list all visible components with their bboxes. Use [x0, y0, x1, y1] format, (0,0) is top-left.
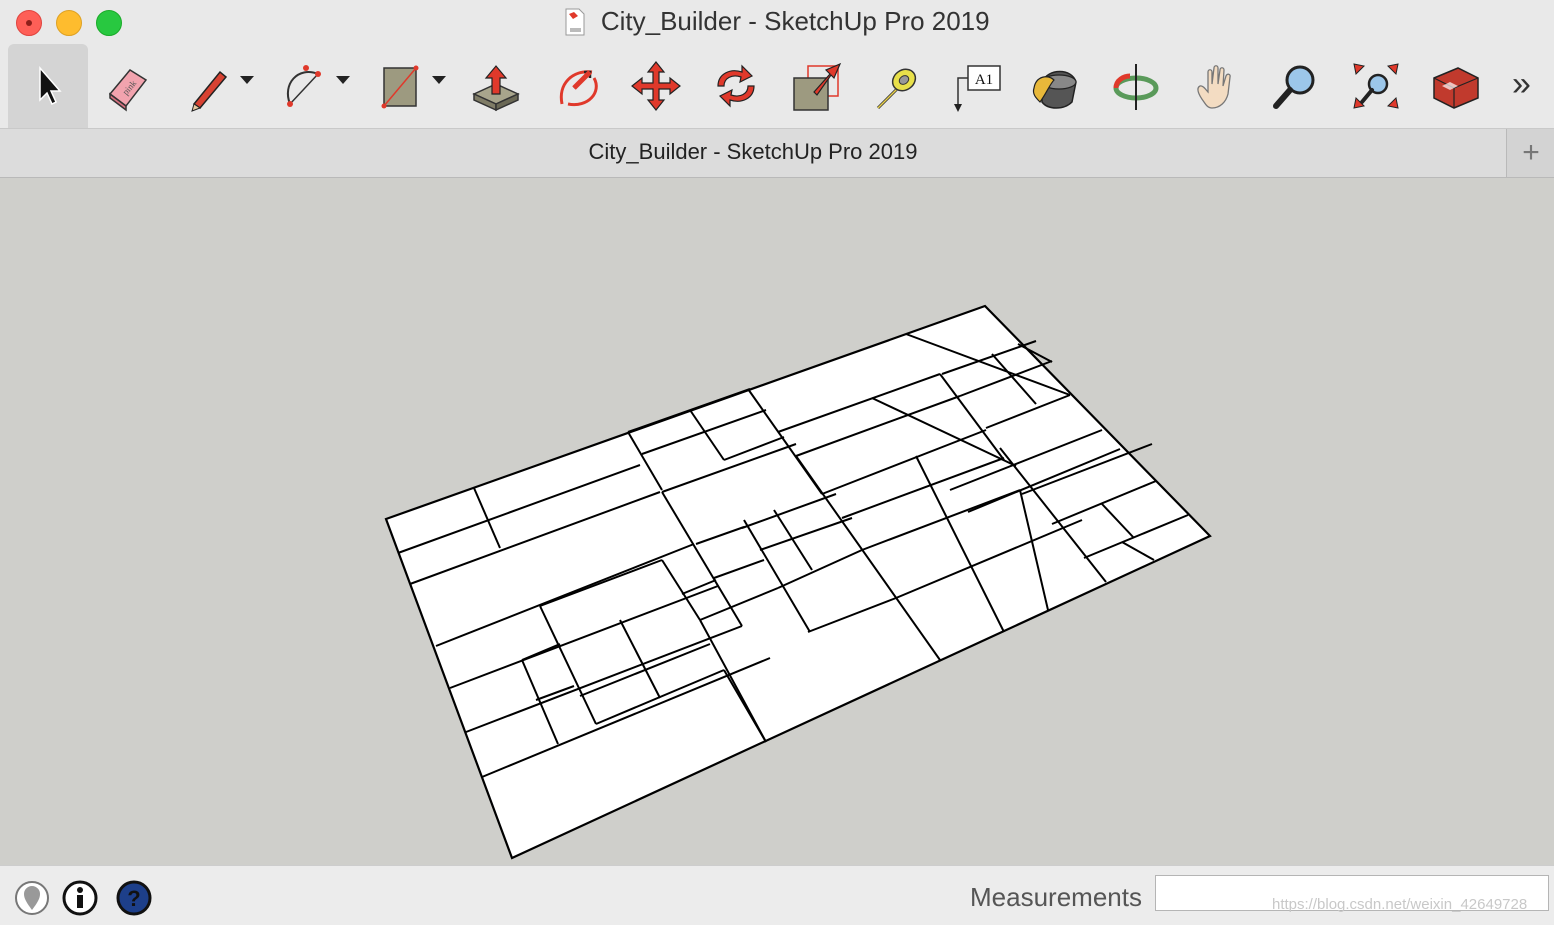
- rotate-tool-button[interactable]: [696, 44, 776, 128]
- watermark-text: https://blog.csdn.net/weixin_42649728: [1272, 896, 1528, 913]
- status-bar: ? Measurements https://blog.csdn.net/wei…: [0, 865, 1554, 925]
- text-tool-button[interactable]: A1: [936, 44, 1016, 128]
- warehouse-tool-button[interactable]: [1416, 44, 1496, 128]
- push-pull-tool-button[interactable]: [456, 44, 536, 128]
- document-tab-bar: City_Builder - SketchUp Pro 2019 +: [0, 129, 1554, 178]
- arc-tool-button[interactable]: [264, 44, 344, 128]
- rectangle-tool-button[interactable]: [360, 44, 440, 128]
- eraser-tool-button[interactable]: pink: [88, 44, 168, 128]
- line-tool-button[interactable]: [168, 44, 248, 128]
- svg-text:?: ?: [127, 886, 140, 911]
- push-pull-icon: [472, 65, 520, 112]
- title-bar: City_Builder - SketchUp Pro 2019: [0, 0, 1554, 44]
- zoom-extents-tool-button[interactable]: [1336, 44, 1416, 128]
- arc-dropdown-icon[interactable]: [336, 76, 350, 84]
- main-toolbar: pink A1 »: [0, 44, 1554, 129]
- offset-icon: [559, 70, 598, 107]
- follow-me-tool-button[interactable]: [536, 44, 616, 128]
- rotate-icon: [717, 64, 755, 108]
- select-tool-button[interactable]: [8, 44, 88, 128]
- 3d-warehouse-icon: [1433, 67, 1479, 109]
- ground-plane: [384, 304, 1212, 860]
- arrow-cursor-icon: [39, 65, 62, 106]
- window-title: City_Builder - SketchUp Pro 2019: [600, 6, 990, 36]
- document-tab[interactable]: City_Builder - SketchUp Pro 2019: [0, 139, 1506, 165]
- hand-icon: [1197, 65, 1231, 109]
- svg-text:A1: A1: [975, 72, 993, 88]
- scale-icon: [793, 62, 842, 111]
- rectangle-dropdown-icon[interactable]: [432, 76, 446, 84]
- text-label-icon: A1: [954, 65, 1001, 112]
- toolbar-overflow-icon[interactable]: »: [1512, 64, 1531, 104]
- help-icon[interactable]: ?: [116, 880, 152, 916]
- tape-measure-icon: [876, 68, 917, 110]
- measurements-label: Measurements: [970, 882, 1142, 912]
- magnifier-icon: [1273, 65, 1315, 109]
- scale-tool-button[interactable]: [776, 44, 856, 128]
- new-tab-button[interactable]: +: [1506, 129, 1554, 177]
- move-arrows-icon: [631, 61, 681, 111]
- geo-location-icon[interactable]: [14, 880, 50, 916]
- model-viewport[interactable]: [0, 178, 1554, 865]
- sketchup-window: City_Builder - SketchUp Pro 2019 pink A1…: [0, 0, 1554, 925]
- arc-icon: [287, 65, 321, 107]
- rectangle-icon: [381, 65, 419, 109]
- model-info-icon[interactable]: [62, 880, 98, 916]
- line-dropdown-icon[interactable]: [240, 76, 254, 84]
- zoom-extents-icon: [1353, 63, 1399, 109]
- move-tool-button[interactable]: [616, 44, 696, 128]
- paint-bucket-icon: [1032, 70, 1077, 109]
- pencil-icon: [191, 70, 228, 112]
- tape-measure-tool-button[interactable]: [856, 44, 936, 128]
- city-grid-plane: [384, 304, 1212, 860]
- eraser-icon: pink: [108, 69, 148, 112]
- orbit-tool-button[interactable]: [1096, 44, 1176, 128]
- orbit-icon: [1113, 64, 1159, 110]
- pan-tool-button[interactable]: [1176, 44, 1256, 128]
- skp-document-icon: [565, 8, 585, 35]
- zoom-tool-button[interactable]: [1256, 44, 1336, 128]
- paint-bucket-tool-button[interactable]: [1016, 44, 1096, 128]
